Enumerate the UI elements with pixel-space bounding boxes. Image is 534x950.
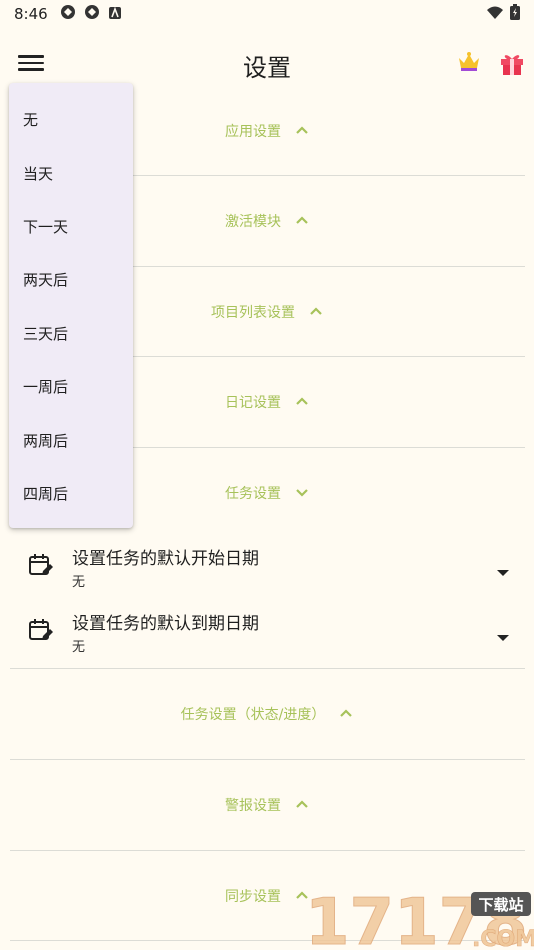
chevron-down-icon (295, 485, 309, 501)
svg-text:下载站: 下载站 (478, 896, 523, 914)
dropdown-option[interactable]: 四周后 (9, 467, 133, 520)
dropdown-option[interactable]: 两天后 (9, 253, 133, 306)
section-label: 警报设置 (225, 798, 281, 814)
status-time: 8:46 (14, 5, 48, 23)
calendar-edit-icon (28, 552, 54, 582)
sync-notification-icon (60, 4, 76, 24)
section-label: 同步设置 (225, 889, 281, 905)
crown-icon[interactable] (456, 50, 482, 78)
dropdown-option[interactable]: 一周后 (9, 360, 133, 413)
section-label: 任务设置 (225, 486, 281, 502)
chevron-up-icon (295, 123, 309, 139)
status-bar: 8:46 (0, 0, 534, 28)
sync-notification-icon-2 (84, 4, 100, 24)
setting-title: 设置任务的默认开始日期 (72, 549, 259, 569)
chevron-up-icon (295, 797, 309, 813)
chevron-up-icon (295, 213, 309, 229)
wifi-icon (486, 5, 504, 24)
section-task-status-settings[interactable]: 任务设置（状态/进度） (0, 669, 534, 759)
dropdown-option[interactable]: 两周后 (9, 413, 133, 466)
calendar-edit-icon (28, 617, 54, 647)
dropdown-arrow-icon[interactable] (496, 627, 510, 646)
app-notification-icon (108, 5, 122, 24)
date-dropdown-menu: 无 当天 下一天 两天后 三天后 一周后 两周后 四周后 (9, 83, 133, 528)
default-due-date-setting[interactable]: 设置任务的默认到期日期 无 (0, 603, 534, 665)
dropdown-option[interactable]: 无 (9, 93, 133, 146)
section-label: 激活模块 (225, 214, 281, 230)
chevron-up-icon (339, 706, 353, 722)
chevron-up-icon (295, 394, 309, 410)
dropdown-option[interactable]: 下一天 (9, 200, 133, 253)
section-label: 任务设置（状态/进度） (180, 707, 326, 723)
dropdown-option[interactable]: 当天 (9, 146, 133, 199)
section-alarm-settings[interactable]: 警报设置 (0, 760, 534, 850)
chevron-up-icon (309, 304, 323, 320)
gift-icon[interactable] (498, 50, 526, 80)
setting-title: 设置任务的默认到期日期 (72, 614, 259, 634)
default-start-date-setting[interactable]: 设置任务的默认开始日期 无 (0, 538, 534, 600)
setting-value: 无 (72, 575, 86, 590)
page-title: 设置 (243, 54, 291, 82)
svg-text:.COM: .COM (472, 927, 534, 950)
dropdown-arrow-icon[interactable] (496, 562, 510, 581)
dropdown-option[interactable]: 三天后 (9, 307, 133, 360)
section-label: 应用设置 (225, 124, 281, 140)
setting-value: 无 (72, 640, 86, 655)
section-label: 项目列表设置 (211, 305, 295, 321)
watermark-logo: 17178 下载站 .COM (305, 880, 534, 950)
section-label: 日记设置 (225, 395, 281, 411)
battery-icon (510, 4, 520, 24)
